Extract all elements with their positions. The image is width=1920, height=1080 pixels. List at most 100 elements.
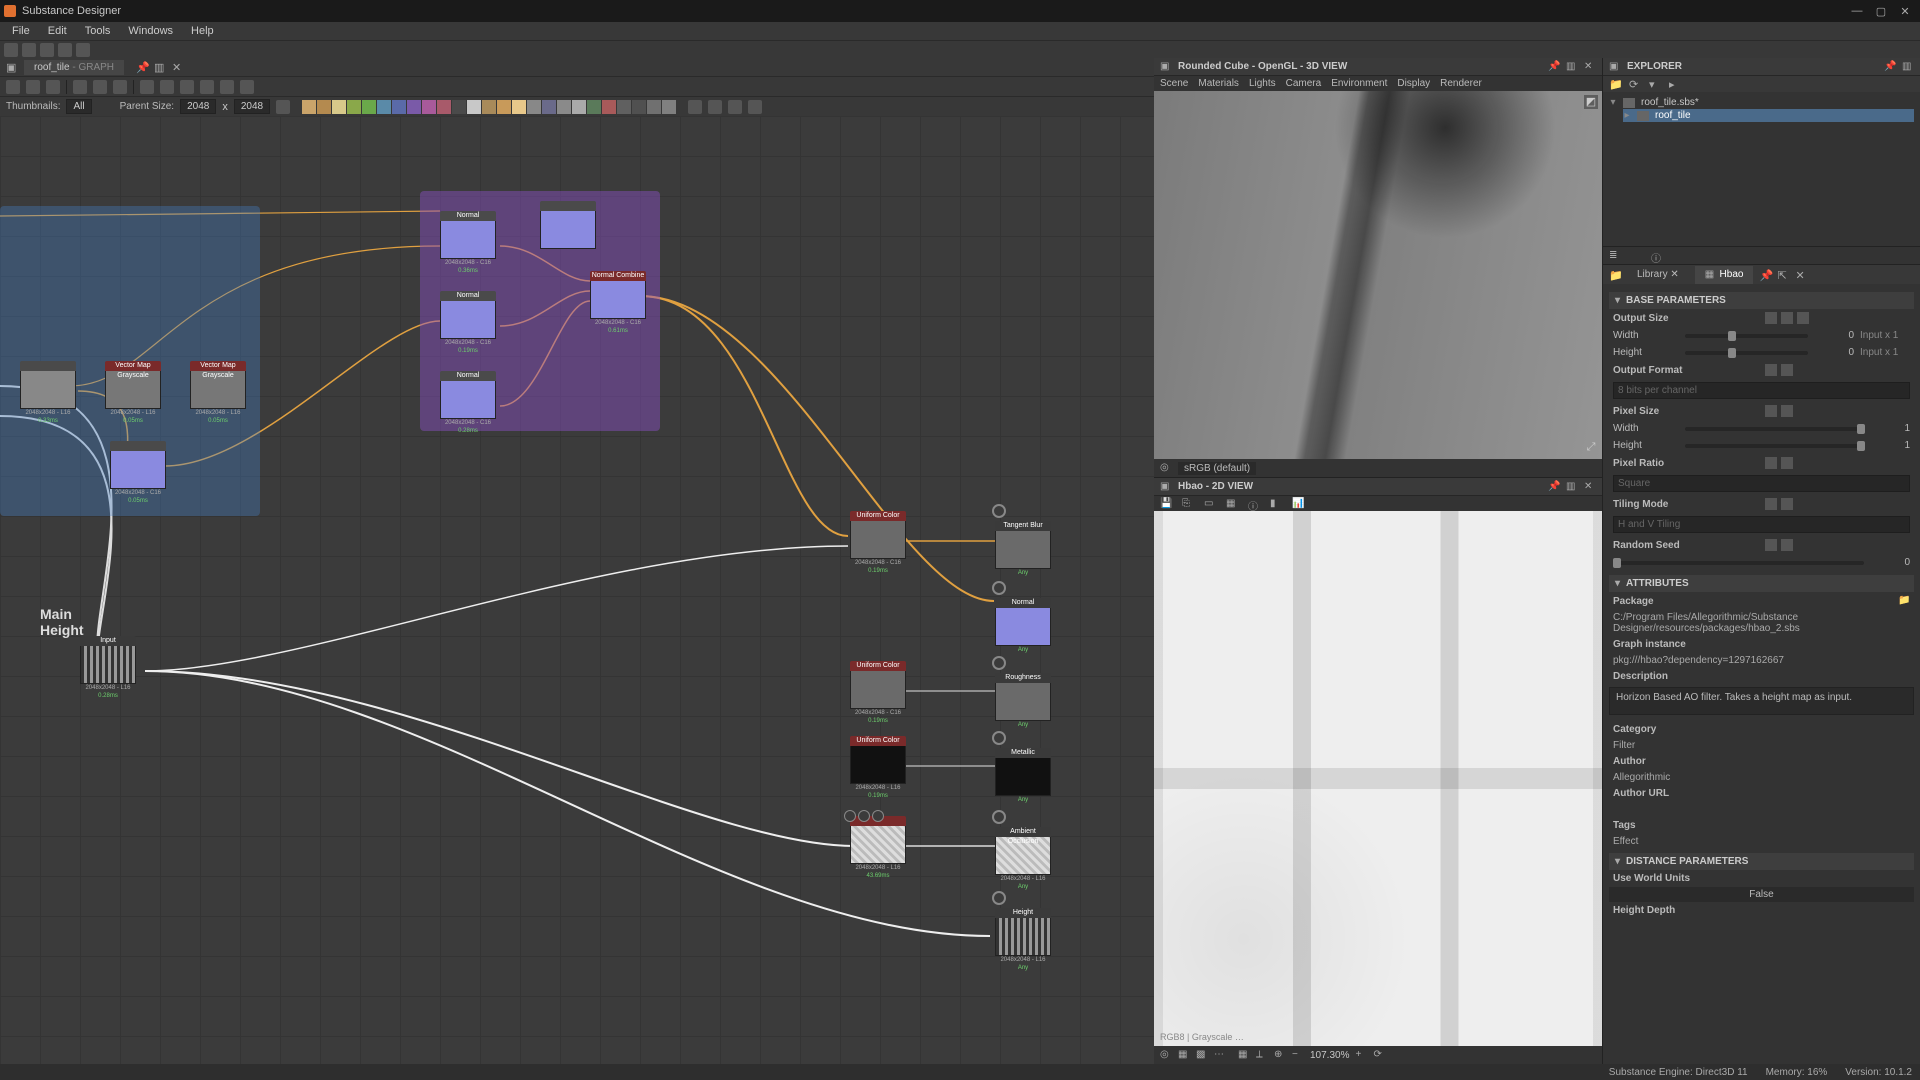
tile-icon[interactable]: ▦ bbox=[1178, 1049, 1190, 1061]
filter-icon[interactable]: ≣ bbox=[1609, 250, 1621, 262]
split-icon[interactable]: ▥ bbox=[1902, 61, 1914, 73]
output-pin-roughness[interactable] bbox=[992, 656, 1006, 670]
reset-zoom-icon[interactable]: ⟳ bbox=[1373, 1049, 1385, 1061]
reset-icon[interactable] bbox=[1781, 405, 1793, 417]
save-all-icon[interactable] bbox=[58, 43, 72, 57]
slider-pixel-height[interactable] bbox=[1685, 444, 1864, 448]
select-pixel-ratio[interactable]: Square bbox=[1613, 475, 1910, 492]
node-purple-1[interactable]: Normal 2048x2048 - C160.36ms bbox=[440, 211, 496, 275]
chevron-right-icon[interactable]: ▸ bbox=[1623, 110, 1631, 121]
note-icon[interactable] bbox=[160, 80, 174, 94]
node-vmg-1[interactable]: Vector Map Grayscale 2048x2048 - L160.05… bbox=[105, 361, 161, 425]
menu-windows[interactable]: Windows bbox=[120, 23, 181, 39]
node-main-height[interactable]: Input 2048x2048 - L160.28ms bbox=[80, 636, 136, 700]
tab-hbao[interactable]: ▦ Hbao bbox=[1695, 266, 1754, 284]
swatch[interactable] bbox=[662, 100, 676, 114]
tree-row-graph[interactable]: ▸ roof_tile bbox=[1623, 109, 1914, 122]
node-purple-3[interactable]: Normal 2048x2048 - C160.28ms bbox=[440, 371, 496, 435]
reset-icon[interactable] bbox=[1781, 457, 1793, 469]
frame-icon[interactable] bbox=[93, 80, 107, 94]
save-image-icon[interactable]: 💾 bbox=[1160, 498, 1172, 510]
colorspace-icon[interactable]: ◎ bbox=[1160, 462, 1172, 474]
view3d-menu-renderer[interactable]: Renderer bbox=[1440, 78, 1482, 89]
chevron-down-icon[interactable]: ▾ bbox=[1609, 97, 1617, 108]
window-close-button[interactable]: ✕ bbox=[1894, 3, 1916, 19]
zoom-in-icon[interactable]: + bbox=[1355, 1049, 1367, 1061]
node-purple-2[interactable]: Normal 2048x2048 - C160.19ms bbox=[440, 291, 496, 355]
grid-icon[interactable]: ▦ bbox=[1238, 1049, 1250, 1061]
section-attributes[interactable]: ▾ATTRIBUTES bbox=[1609, 575, 1914, 592]
view3d-menu-display[interactable]: Display bbox=[1397, 78, 1430, 89]
node-uniform-2[interactable]: Uniform Color 2048x2048 - C160.19ms bbox=[850, 661, 906, 725]
tab-library[interactable]: Library ✕ bbox=[1627, 266, 1689, 283]
swatch[interactable] bbox=[542, 100, 556, 114]
folder-icon[interactable]: 📁 bbox=[1609, 78, 1621, 90]
view3d-menu-materials[interactable]: Materials bbox=[1198, 78, 1239, 89]
node-out-tangent[interactable]: Tangent Blur Any bbox=[995, 521, 1051, 577]
stats-icon[interactable]: 📊 bbox=[1292, 498, 1304, 510]
output-pin-metallic[interactable] bbox=[992, 731, 1006, 745]
pin-icon[interactable]: 📌 bbox=[1884, 61, 1896, 73]
swatch[interactable] bbox=[347, 100, 361, 114]
link-icon[interactable] bbox=[1765, 457, 1777, 469]
panel-grip-icon[interactable]: ▣ bbox=[1160, 61, 1172, 73]
node-out-roughness[interactable]: Roughness Any bbox=[995, 673, 1051, 729]
pin-icon[interactable] bbox=[872, 810, 884, 822]
timing-icon[interactable] bbox=[728, 100, 742, 114]
parent-width-select[interactable]: 2048 bbox=[180, 99, 216, 114]
lock-icon[interactable] bbox=[1781, 312, 1793, 324]
swatch[interactable] bbox=[647, 100, 661, 114]
node-out-normal[interactable]: Normal Any bbox=[995, 598, 1051, 654]
swatch[interactable] bbox=[482, 100, 496, 114]
layout-icon[interactable] bbox=[240, 80, 254, 94]
link-icon[interactable] bbox=[1765, 498, 1777, 510]
output-pin-normal[interactable] bbox=[992, 581, 1006, 595]
close-icon[interactable]: ✕ bbox=[172, 61, 184, 73]
panel-grip-icon[interactable]: ▣ bbox=[1609, 61, 1621, 73]
split-icon[interactable]: ▥ bbox=[1566, 61, 1578, 73]
view-a-icon[interactable] bbox=[688, 100, 702, 114]
slider-output-width[interactable] bbox=[1685, 334, 1808, 338]
value-use-world-units[interactable]: False bbox=[1609, 887, 1914, 902]
output-pin-ao[interactable] bbox=[992, 810, 1006, 824]
swatch[interactable] bbox=[452, 100, 466, 114]
swatch[interactable] bbox=[617, 100, 631, 114]
close-icon[interactable]: ✕ bbox=[1795, 269, 1807, 281]
node-purple-top[interactable] bbox=[540, 201, 596, 249]
thumbnail-select[interactable]: All bbox=[66, 99, 91, 114]
histogram-icon[interactable]: ▮ bbox=[1270, 498, 1282, 510]
popout-icon[interactable]: ⇱ bbox=[1777, 269, 1789, 281]
align-icon[interactable] bbox=[73, 80, 87, 94]
menu-help[interactable]: Help bbox=[183, 23, 222, 39]
open-icon[interactable] bbox=[22, 43, 36, 57]
wand-icon[interactable] bbox=[200, 80, 214, 94]
pin-icon[interactable]: 📌 bbox=[1759, 269, 1771, 281]
swatch[interactable] bbox=[407, 100, 421, 114]
fit-icon[interactable] bbox=[26, 80, 40, 94]
more-icon[interactable] bbox=[748, 100, 762, 114]
zoom-out-icon[interactable]: − bbox=[1292, 1049, 1304, 1061]
swatch[interactable] bbox=[437, 100, 451, 114]
swatch[interactable] bbox=[602, 100, 616, 114]
menu-edit[interactable]: Edit bbox=[40, 23, 75, 39]
graph-dock-icon[interactable]: ▣ bbox=[6, 61, 18, 73]
output-pin-height[interactable] bbox=[992, 891, 1006, 905]
collapse-icon[interactable]: ▾ bbox=[1649, 78, 1661, 90]
grid-icon[interactable] bbox=[46, 80, 60, 94]
node-noise[interactable]: 2048x2048 - L160.33ms bbox=[20, 361, 76, 425]
refresh-icon[interactable] bbox=[76, 43, 90, 57]
panel-grip-icon[interactable]: ▣ bbox=[1160, 481, 1172, 493]
menu-file[interactable]: File bbox=[4, 23, 38, 39]
graph-tab[interactable]: roof_tile - GRAPH bbox=[24, 60, 124, 75]
slider-pixel-width[interactable] bbox=[1685, 427, 1864, 431]
view-b-icon[interactable] bbox=[708, 100, 722, 114]
bg-icon[interactable]: ▩ bbox=[1196, 1049, 1208, 1061]
split-icon[interactable]: ▥ bbox=[154, 61, 166, 73]
link-icon[interactable] bbox=[1765, 539, 1777, 551]
output-pin-tangent[interactable] bbox=[992, 504, 1006, 518]
node-uniform-3[interactable]: Uniform Color 2048x2048 - L160.19ms bbox=[850, 736, 906, 800]
graph-canvas[interactable]: Main Height Input 2048x2048 - L160.28ms … bbox=[0, 116, 1154, 1064]
pin-icon[interactable] bbox=[844, 810, 856, 822]
info-icon[interactable]: ⓘ bbox=[1248, 498, 1260, 510]
select-output-format[interactable]: 8 bits per channel bbox=[1613, 382, 1910, 399]
